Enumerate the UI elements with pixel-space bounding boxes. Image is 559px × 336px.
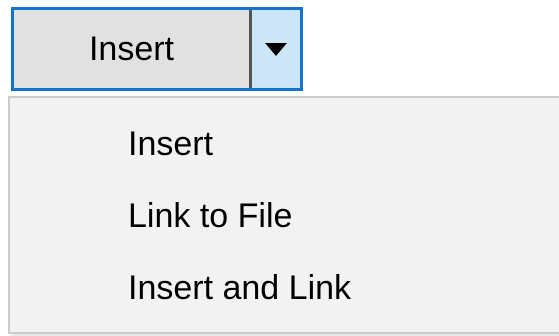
dropdown-toggle-button[interactable]	[252, 10, 300, 88]
menu-item-link-to-file[interactable]: Link to File	[12, 180, 559, 252]
menu-item-insert-and-link[interactable]: Insert and Link	[12, 252, 559, 324]
insert-options-menu: Insert Link to File Insert and Link	[8, 96, 559, 334]
insert-button[interactable]: Insert	[14, 10, 249, 88]
insert-split-control: Insert Insert Link to File Insert and Li…	[0, 0, 559, 336]
menu-item-insert[interactable]: Insert	[12, 108, 559, 180]
chevron-down-icon	[265, 43, 287, 56]
insert-split-button: Insert	[11, 7, 303, 91]
